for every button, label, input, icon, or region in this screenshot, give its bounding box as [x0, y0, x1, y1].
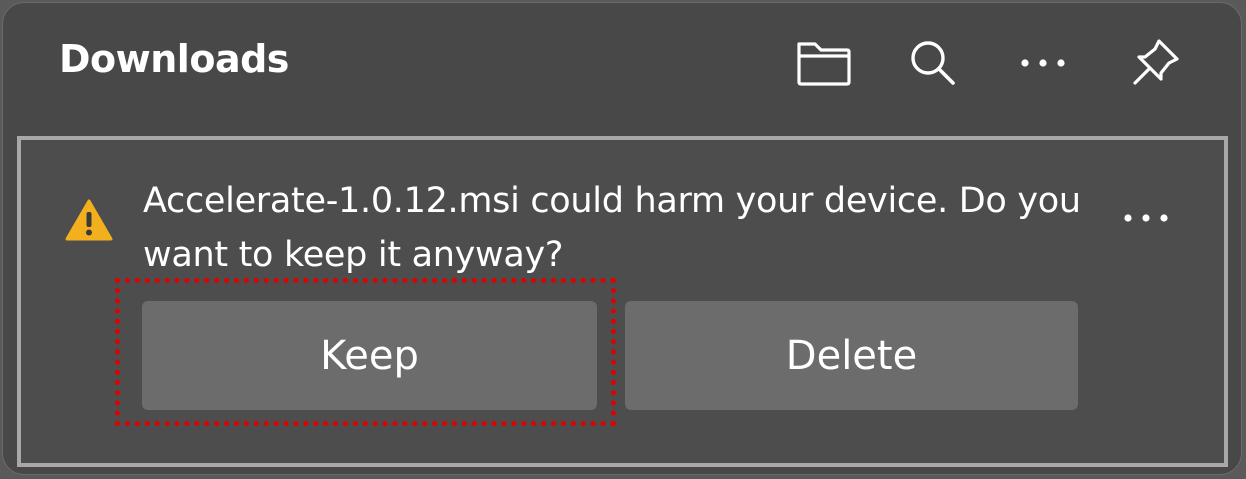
more-horizontal-icon [1124, 214, 1168, 222]
folder-icon [797, 42, 851, 86]
search-icon [911, 41, 955, 85]
downloads-panel: Downloads Accelerate-1.0.12.msi could ha… [2, 2, 1242, 475]
download-item: Accelerate-1.0.12.msi could harm your de… [17, 136, 1228, 467]
panel-title: Downloads [59, 37, 289, 81]
open-folder-button[interactable] [783, 27, 863, 99]
pin-button[interactable] [1115, 27, 1195, 99]
item-more-options-button[interactable] [1106, 190, 1186, 246]
keep-button[interactable]: Keep [142, 301, 597, 410]
downloads-header: Downloads [3, 3, 1241, 131]
more-horizontal-icon [1021, 59, 1065, 67]
warning-icon [65, 198, 113, 246]
more-options-button[interactable] [1003, 27, 1083, 99]
download-warning-message: Accelerate-1.0.12.msi could harm your de… [143, 181, 1081, 275]
search-button[interactable] [893, 27, 973, 99]
delete-button[interactable]: Delete [625, 301, 1078, 410]
pin-icon [1133, 39, 1179, 85]
